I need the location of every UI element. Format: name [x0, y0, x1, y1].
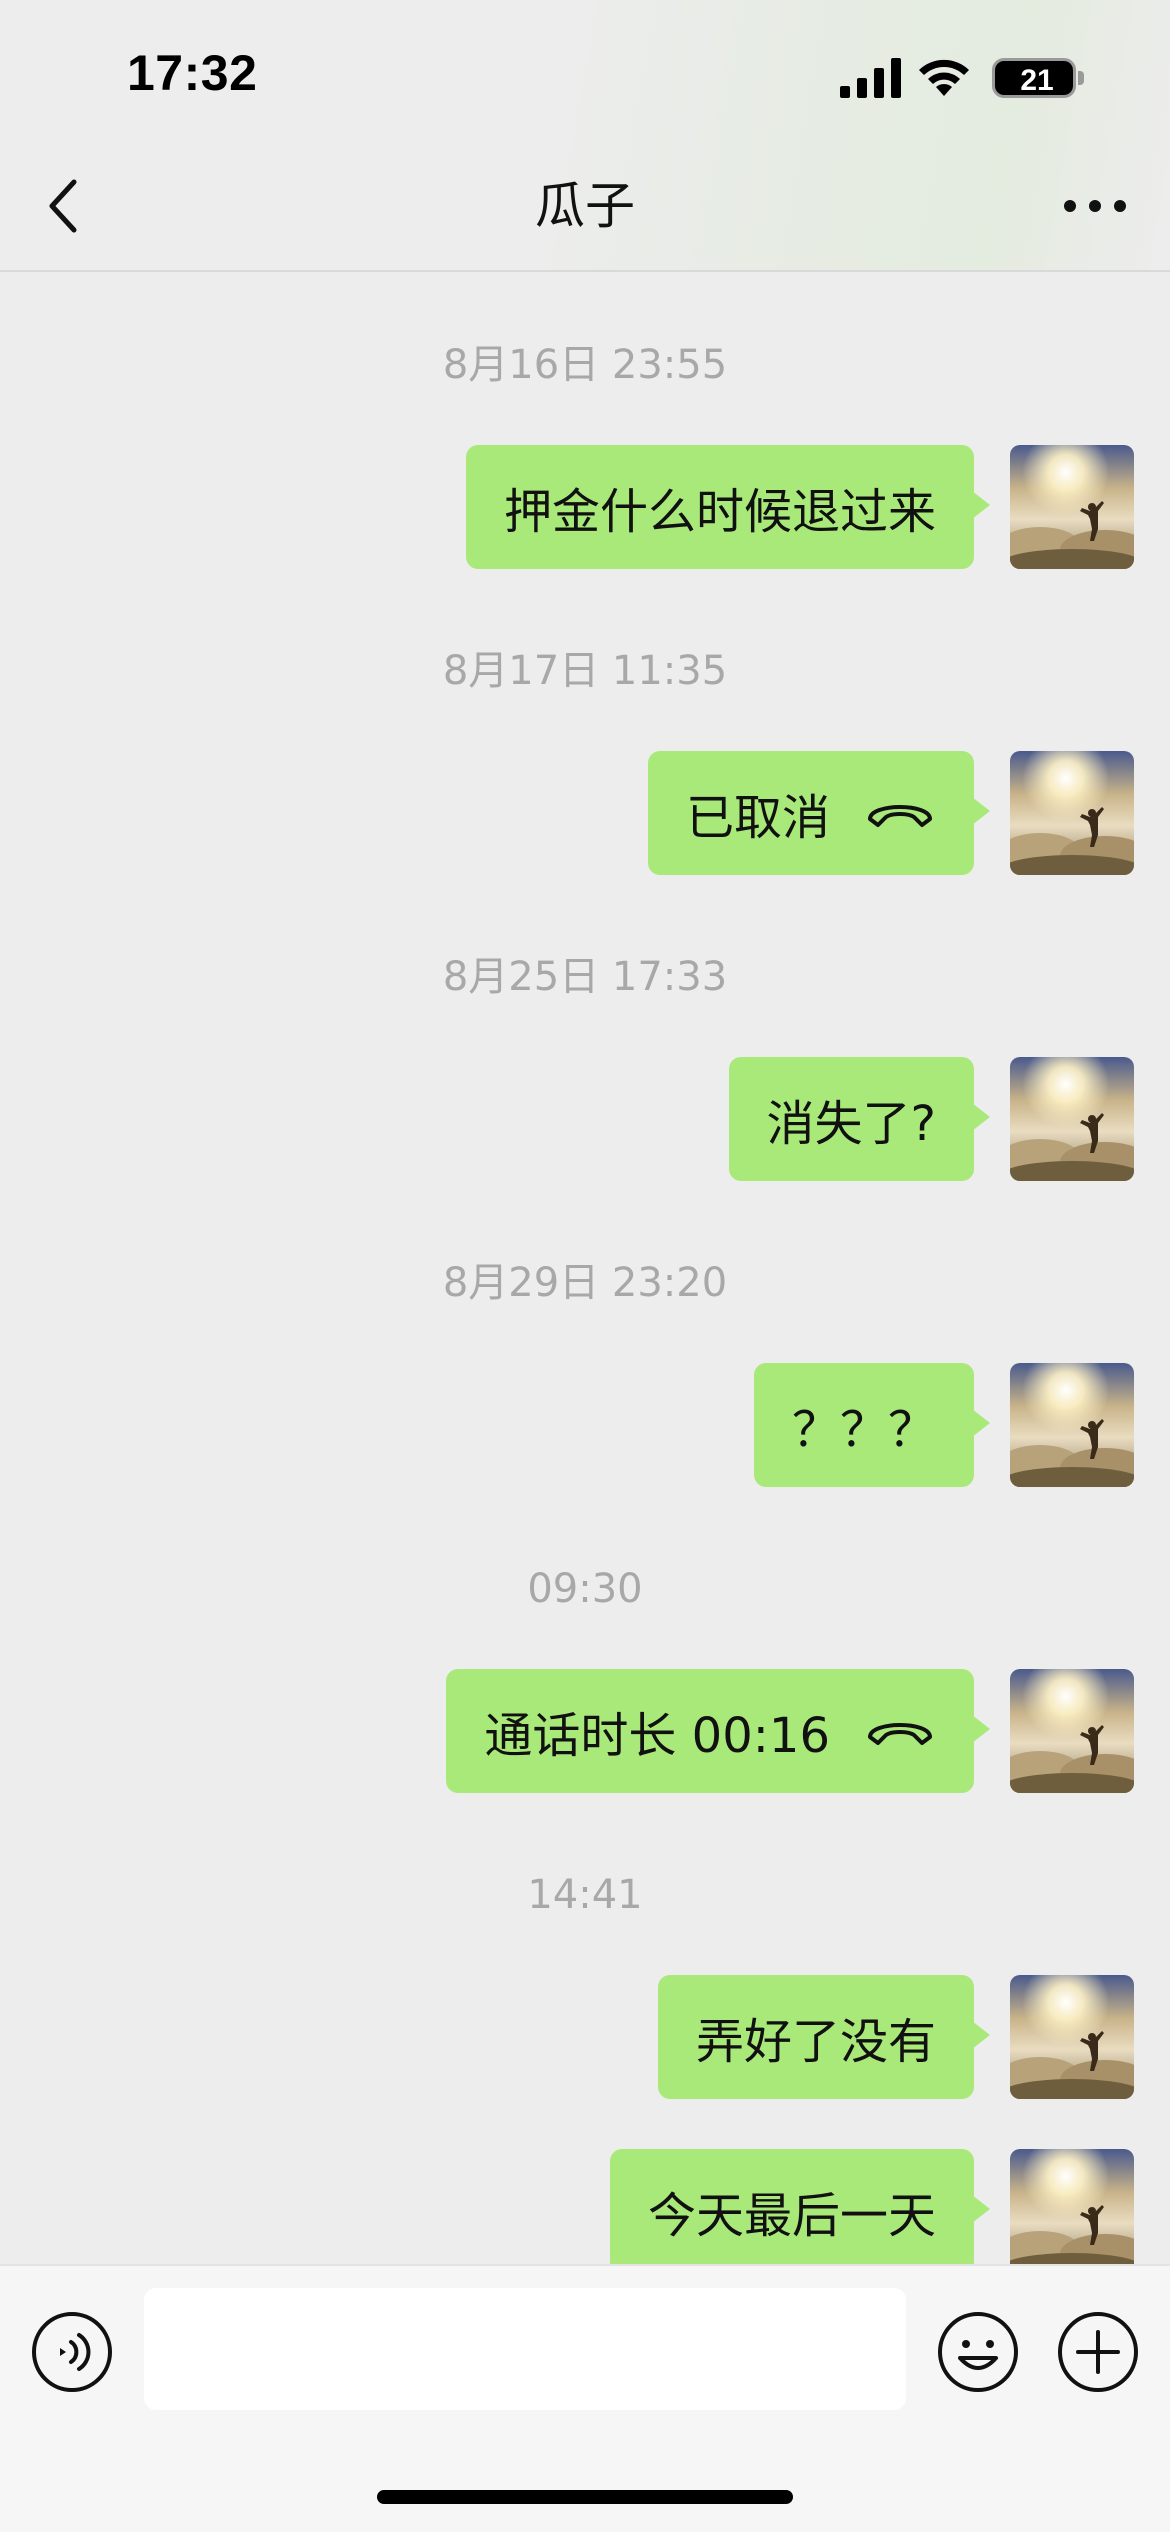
- message-text: 今天最后一天: [647, 2188, 936, 2244]
- avatar[interactable]: [1010, 1057, 1134, 1181]
- message-timestamp: 8月17日 11:35: [442, 648, 728, 694]
- more-options-button[interactable]: [1060, 186, 1130, 226]
- avatar[interactable]: [1010, 445, 1134, 569]
- message-text: 已取消: [685, 790, 830, 846]
- call-record-bubble[interactable]: 通话时长 00:16: [446, 1669, 990, 1793]
- navigation-bar: 17:32 21 瓜子: [0, 0, 1170, 272]
- message-row: 消失了?: [0, 1057, 1170, 1181]
- message-bubble[interactable]: 弄好了没有: [657, 1975, 991, 2099]
- hangup-phone-icon: [868, 805, 932, 827]
- message-timestamp: 09:30: [527, 1566, 643, 1612]
- message-row: 今天最后一天: [0, 2149, 1170, 2264]
- message-bubble[interactable]: ？？？: [753, 1363, 991, 1487]
- more-functions-button[interactable]: [1056, 2310, 1140, 2394]
- message-bubble[interactable]: 消失了?: [728, 1057, 991, 1181]
- message-timestamp: 14:41: [527, 1872, 643, 1918]
- message-timestamp: 8月16日 23:55: [442, 342, 728, 388]
- message-row: 押金什么时候退过来: [0, 445, 1170, 569]
- message-text: 押金什么时候退过来: [503, 484, 936, 540]
- wifi-icon: [919, 59, 969, 96]
- avatar[interactable]: [1010, 1669, 1134, 1793]
- hangup-phone-icon: [868, 1723, 932, 1745]
- message-input[interactable]: [144, 2288, 906, 2410]
- message-list[interactable]: 8月16日 23:55 押金什么时候退过来 8月17日 11:35 已取消 8月…: [0, 274, 1170, 2264]
- battery-level: 21: [1020, 64, 1054, 97]
- cellular-signal-icon: [840, 58, 901, 98]
- message-row: 弄好了没有: [0, 1975, 1170, 2099]
- chat-title: 瓜子: [535, 177, 635, 235]
- message-text: 消失了?: [766, 1096, 936, 1152]
- message-bubble[interactable]: 今天最后一天: [609, 2149, 991, 2264]
- message-row: ？？？: [0, 1363, 1170, 1487]
- message-bubble[interactable]: 押金什么时候退过来: [465, 445, 991, 569]
- avatar[interactable]: [1010, 2149, 1134, 2264]
- avatar[interactable]: [1010, 1363, 1134, 1487]
- message-text: ？？？: [791, 1402, 936, 1458]
- message-text: 弄好了没有: [695, 2014, 936, 2070]
- message-row: 通话时长 00:16: [0, 1669, 1170, 1793]
- call-record-bubble[interactable]: 已取消: [647, 751, 991, 875]
- battery-icon: 21: [992, 58, 1084, 98]
- voice-input-button[interactable]: [30, 2310, 114, 2394]
- avatar[interactable]: [1010, 1975, 1134, 2099]
- message-row: 已取消: [0, 751, 1170, 875]
- home-indicator[interactable]: [377, 2490, 793, 2504]
- emoji-button[interactable]: [936, 2310, 1020, 2394]
- message-timestamp: 8月29日 23:20: [442, 1260, 728, 1306]
- status-time: 17:32: [127, 45, 258, 101]
- message-text: 通话时长 00:16: [484, 1708, 830, 1764]
- message-timestamp: 8月25日 17:33: [442, 954, 728, 1000]
- avatar[interactable]: [1010, 751, 1134, 875]
